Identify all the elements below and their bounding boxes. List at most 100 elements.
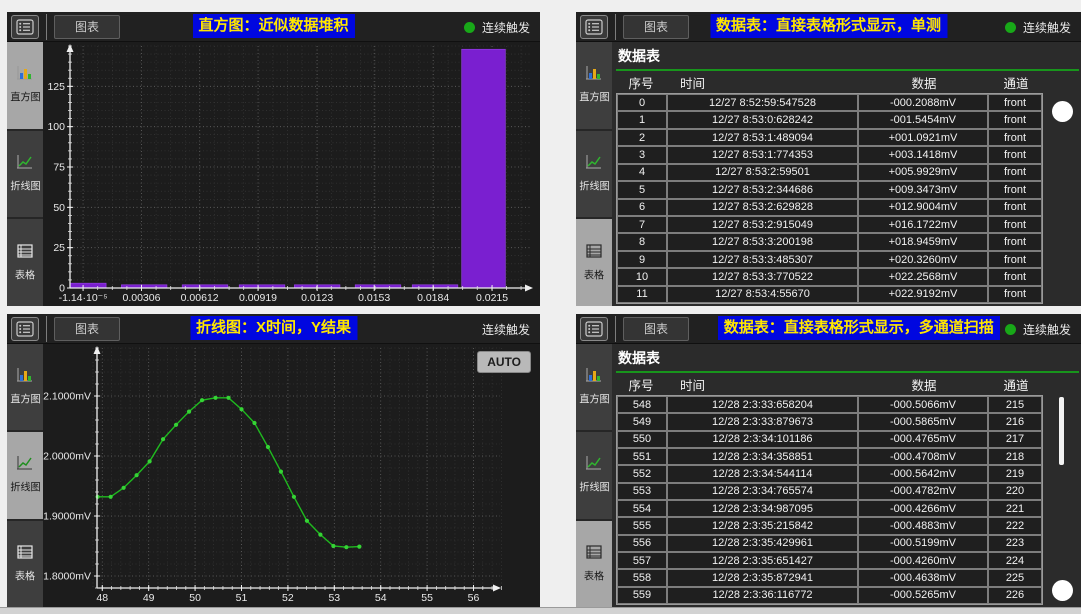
sidebar-item-linechart[interactable]: 折线图 xyxy=(576,432,612,518)
sidebar-item-histogram[interactable]: 直方图 xyxy=(7,344,43,430)
table-cell: 12/27 8:52:59:547528 xyxy=(667,94,858,111)
table-cell: +022.9192mV xyxy=(858,286,988,303)
panel-title: 直方图：近似数据堆积 xyxy=(192,14,354,38)
table-row[interactable]: 54812/28 2:3:33:658204-000.5066mV215 xyxy=(617,396,1042,413)
table-cell: 218 xyxy=(988,448,1042,465)
table-cell: 551 xyxy=(617,448,667,465)
table-row[interactable]: 812/27 8:53:3:200198+018.9459mVfront xyxy=(617,233,1042,250)
sidebar-item-table[interactable]: 表格 xyxy=(576,521,612,607)
table-row[interactable]: 1012/27 8:53:3:770522+022.2568mVfront xyxy=(617,268,1042,285)
table-row[interactable]: 1112/27 8:53:4:55670+022.9192mVfront xyxy=(617,286,1042,303)
trigger-label: 连续触发 xyxy=(1023,19,1071,36)
table-title: 数据表 xyxy=(616,346,1081,371)
trigger-status[interactable]: 连续触发 xyxy=(1005,314,1071,344)
trigger-status[interactable]: 连续触发 xyxy=(464,12,530,42)
svg-text:25: 25 xyxy=(53,242,65,254)
sidebar-item-linechart[interactable]: 折线图 xyxy=(7,432,43,518)
svg-text:53: 53 xyxy=(328,592,340,604)
table-scrollbar xyxy=(1043,93,1081,304)
svg-text:0.00306: 0.00306 xyxy=(123,292,161,304)
tab-chart[interactable]: 图表 xyxy=(54,317,120,341)
table-row[interactable]: 312/27 8:53:1:774353+003.1418mVfront xyxy=(617,146,1042,163)
sidebar-item-table[interactable]: 表格 xyxy=(576,219,612,306)
scrollbar-thumb[interactable] xyxy=(1052,580,1073,601)
sidebar-item-linechart[interactable]: 折线图 xyxy=(576,131,612,218)
table-cell: 219 xyxy=(988,465,1042,482)
line-plot: 21.8000mV21.9000mV22.0000mV22.1000mV4849… xyxy=(43,344,540,607)
svg-text:51: 51 xyxy=(236,592,248,604)
sidebar-item-histogram[interactable]: 直方图 xyxy=(576,42,612,129)
sidebar-item-histogram[interactable]: 直方图 xyxy=(7,42,43,129)
table-cell: 557 xyxy=(617,552,667,569)
table-row[interactable]: 112/27 8:53:0:628242-001.5454mVfront xyxy=(617,111,1042,128)
table-header-row: 序号 时间 数据 通道 xyxy=(616,71,1043,93)
table-row[interactable]: 512/27 8:53:2:344686+009.3473mVfront xyxy=(617,181,1042,198)
table-cell: 558 xyxy=(617,569,667,586)
table-cell: 4 xyxy=(617,164,667,181)
col-header-data: 数据 xyxy=(859,375,989,394)
table-cell: front xyxy=(988,268,1042,285)
table-cell: 217 xyxy=(988,431,1042,448)
scrollbar-track[interactable] xyxy=(1059,397,1064,465)
scrollbar-thumb[interactable] xyxy=(1052,101,1073,122)
table-cell: -000.4883mV xyxy=(858,517,988,534)
table-title: 数据表 xyxy=(616,44,1081,69)
tab-chart[interactable]: 图表 xyxy=(623,317,689,341)
table-cell: 12/27 8:53:2:915049 xyxy=(667,216,858,233)
menu-button[interactable] xyxy=(11,317,39,341)
table-row[interactable]: 012/27 8:52:59:547528-000.2088mVfront xyxy=(617,94,1042,111)
table-row[interactable]: 912/27 8:53:3:485307+020.3260mVfront xyxy=(617,251,1042,268)
table-cell: 12/28 2:3:35:429961 xyxy=(667,535,858,552)
svg-text:0.00919: 0.00919 xyxy=(239,292,277,304)
menu-button[interactable] xyxy=(580,15,608,39)
histogram-icon xyxy=(16,65,34,82)
table-icon xyxy=(585,544,603,561)
table-row[interactable]: 55212/28 2:3:34:544114-000.5642mV219 xyxy=(617,465,1042,482)
table-row[interactable]: 55012/28 2:3:34:101186-000.4765mV217 xyxy=(617,431,1042,448)
table-row[interactable]: 55612/28 2:3:35:429961-000.5199mV223 xyxy=(617,535,1042,552)
sidebar-item-table[interactable]: 表格 xyxy=(7,521,43,607)
table-cell: front xyxy=(988,199,1042,216)
sidebar-item-label: 表格 xyxy=(584,568,604,583)
table-row[interactable]: 55712/28 2:3:35:651427-000.4260mV224 xyxy=(617,552,1042,569)
sidebar-item-linechart[interactable]: 折线图 xyxy=(7,131,43,218)
sidebar-item-label: 直方图 xyxy=(579,392,609,407)
table-cell: -000.5865mV xyxy=(858,413,988,430)
table-row[interactable]: 212/27 8:53:1:489094+001.0921mVfront xyxy=(617,129,1042,146)
auto-scale-button[interactable]: AUTO xyxy=(477,351,531,373)
table-row[interactable]: 712/27 8:53:2:915049+016.1722mVfront xyxy=(617,216,1042,233)
menu-button[interactable] xyxy=(580,317,608,341)
table-row[interactable]: 55312/28 2:3:34:765574-000.4782mV220 xyxy=(617,483,1042,500)
trigger-status[interactable]: 连续触发 xyxy=(1005,12,1071,42)
table-row[interactable]: 55412/28 2:3:34:987095-000.4266mV221 xyxy=(617,500,1042,517)
table-row[interactable]: 55912/28 2:3:36:116772-000.5265mV226 xyxy=(617,587,1042,604)
list-menu-icon xyxy=(16,19,34,35)
svg-text:56: 56 xyxy=(468,592,480,604)
table-cell: 12/28 2:3:36:116772 xyxy=(667,587,858,604)
table-row[interactable]: 55112/28 2:3:34:358851-000.4708mV218 xyxy=(617,448,1042,465)
sidebar-item-label: 折线图 xyxy=(579,480,609,495)
header-divider xyxy=(46,14,47,40)
panel-header: 图表 数据表：直接表格形式显示，多通道扫描 连续触发 xyxy=(576,314,1081,344)
trigger-status[interactable]: 连续触发 xyxy=(482,314,530,344)
view-sidebar: 直方图 折线图 表格 xyxy=(7,344,43,607)
table-row[interactable]: 55512/28 2:3:35:215842-000.4883mV222 xyxy=(617,517,1042,534)
panel-title: 数据表：直接表格形式显示，单测 xyxy=(710,14,947,38)
table-cell: front xyxy=(988,286,1042,303)
svg-text:0.0184: 0.0184 xyxy=(417,292,449,304)
sidebar-item-table[interactable]: 表格 xyxy=(7,219,43,306)
table-row[interactable]: 412/27 8:53:2:59501+005.9929mVfront xyxy=(617,164,1042,181)
table-cell: -000.4765mV xyxy=(858,431,988,448)
tab-chart[interactable]: 图表 xyxy=(623,15,689,39)
menu-button[interactable] xyxy=(11,15,39,39)
svg-text:125: 125 xyxy=(47,81,65,93)
tab-chart[interactable]: 图表 xyxy=(54,15,120,39)
table-cell: -000.2088mV xyxy=(858,94,988,111)
table-row[interactable]: 54912/28 2:3:33:879673-000.5865mV216 xyxy=(617,413,1042,430)
window-bottom-strip xyxy=(0,607,1081,614)
sidebar-item-histogram[interactable]: 直方图 xyxy=(576,344,612,430)
table-row[interactable]: 612/27 8:53:2:629828+012.9004mVfront xyxy=(617,199,1042,216)
data-table-area: 数据表 序号 时间 数据 通道 54812/28 2:3:33:658204-0… xyxy=(612,344,1081,607)
table-cell: 12/28 2:3:35:872941 xyxy=(667,569,858,586)
table-row[interactable]: 55812/28 2:3:35:872941-000.4638mV225 xyxy=(617,569,1042,586)
